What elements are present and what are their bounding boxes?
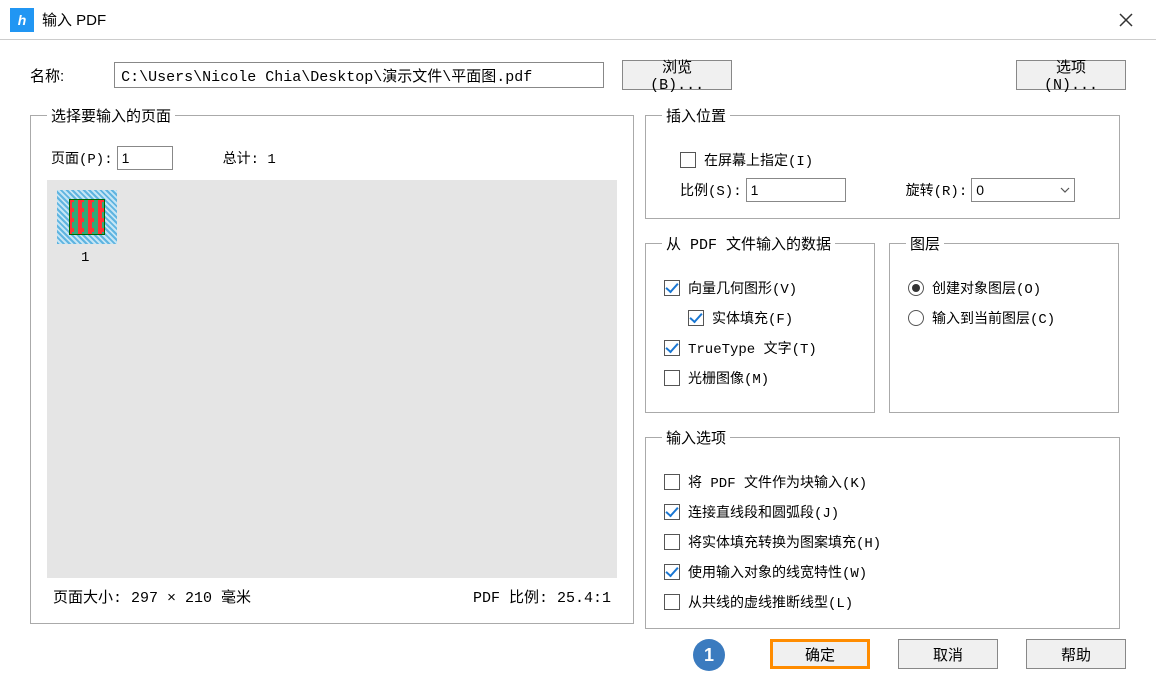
current-layer-label: 输入到当前图层(C) [932,308,1055,328]
total-label: 总计: 1 [223,148,276,168]
page-row: 页面(P): 总计: 1 [51,146,617,170]
as-block-checkbox[interactable]: 将 PDF 文件作为块输入(K) [664,472,1103,492]
solid-fill-label: 实体填充(F) [712,308,793,328]
specify-on-screen-label: 在屏幕上指定(I) [704,150,813,170]
input-options-legend: 输入选项 [662,427,730,448]
insert-fieldset: 插入位置 在屏幕上指定(I) 比例(S): 旋转(R): 0 [645,105,1120,219]
checkbox-icon [664,564,680,580]
pages-legend: 选择要输入的页面 [47,105,175,126]
name-label: 名称: [30,65,64,86]
as-block-label: 将 PDF 文件作为块输入(K) [688,472,867,492]
create-layer-label: 创建对象图层(O) [932,278,1041,298]
annotation-badge: 1 [693,639,725,671]
join-lines-checkbox[interactable]: 连接直线段和圆弧段(J) [664,502,1103,522]
pdf-data-legend: 从 PDF 文件输入的数据 [662,233,835,254]
pdf-data-fieldset: 从 PDF 文件输入的数据 向量几何图形(V) 实体填充(F) TrueType… [645,233,875,413]
scale-input[interactable] [746,178,846,202]
vector-label: 向量几何图形(V) [688,278,797,298]
current-layer-radio[interactable]: 输入到当前图层(C) [908,308,1102,328]
close-icon [1119,13,1133,27]
infer-linetype-label: 从共线的虚线推断线型(L) [688,592,853,612]
page-label: 页面(P): [51,148,113,168]
vector-checkbox[interactable]: 向量几何图形(V) [664,278,858,298]
chevron-down-icon [1060,185,1070,195]
right-column: 插入位置 在屏幕上指定(I) 比例(S): 旋转(R): 0 从 PDF 文件输… [645,105,1120,629]
radio-icon [908,310,924,326]
pages-fieldset: 选择要输入的页面 页面(P): 总计: 1 1 页面大小: 297 × 210 … [30,105,634,624]
checkbox-icon [688,310,704,326]
truetype-label: TrueType 文字(T) [688,338,817,358]
raster-label: 光栅图像(M) [688,368,769,388]
file-path-input[interactable] [114,62,604,88]
layer-legend: 图层 [906,233,944,254]
ok-button[interactable]: 确定 [770,639,870,669]
specify-on-screen-checkbox[interactable]: 在屏幕上指定(I) [680,150,1103,170]
preview-area: 1 [47,180,617,578]
window-title: 输入 PDF [42,9,1106,30]
preview-footer: 页面大小: 297 × 210 毫米 PDF 比例: 25.4:1 [47,578,617,607]
name-row: 名称: 浏览(B)... [30,60,1126,90]
insert-legend: 插入位置 [662,105,730,126]
lineweight-checkbox[interactable]: 使用输入对象的线宽特性(W) [664,562,1103,582]
left-column: 选择要输入的页面 页面(P): 总计: 1 1 页面大小: 297 × 210 … [30,105,630,624]
radio-icon [908,280,924,296]
thumbnail-label: 1 [81,250,89,266]
checkbox-icon [664,280,680,296]
checkbox-icon [664,504,680,520]
rotate-value: 0 [976,182,984,198]
help-button[interactable]: 帮助 [1026,639,1126,669]
scale-rotate-row: 比例(S): 旋转(R): 0 [680,178,1103,202]
options-button[interactable]: 选项(N)... [1016,60,1126,90]
checkbox-icon [664,534,680,550]
page-size-label: 页面大小: 297 × 210 毫米 [53,586,251,607]
page-number-input[interactable] [117,146,173,170]
cancel-button[interactable]: 取消 [898,639,998,669]
close-button[interactable] [1106,0,1146,40]
scale-label: 比例(S): [680,180,742,200]
rotate-label: 旋转(R): [906,180,968,200]
input-options-fieldset: 输入选项 将 PDF 文件作为块输入(K) 连接直线段和圆弧段(J) 将实体填充… [645,427,1120,629]
checkbox-icon [664,474,680,490]
raster-checkbox[interactable]: 光栅图像(M) [664,368,858,388]
dialog-content: 名称: 浏览(B)... 选项(N)... 选择要输入的页面 页面(P): 总计… [0,40,1156,687]
infer-linetype-checkbox[interactable]: 从共线的虚线推断线型(L) [664,592,1103,612]
rotate-select[interactable]: 0 [971,178,1075,202]
checkbox-icon [664,594,680,610]
lineweight-label: 使用输入对象的线宽特性(W) [688,562,867,582]
two-column-row: 从 PDF 文件输入的数据 向量几何图形(V) 实体填充(F) TrueType… [645,233,1120,413]
solid-hatch-checkbox[interactable]: 将实体填充转换为图案填充(H) [664,532,1103,552]
truetype-checkbox[interactable]: TrueType 文字(T) [664,338,858,358]
app-icon: h [10,8,34,32]
join-lines-label: 连接直线段和圆弧段(J) [688,502,839,522]
page-thumbnail[interactable] [57,190,117,244]
create-layer-radio[interactable]: 创建对象图层(O) [908,278,1102,298]
layer-fieldset: 图层 创建对象图层(O) 输入到当前图层(C) [889,233,1119,413]
browse-button[interactable]: 浏览(B)... [622,60,732,90]
solid-fill-checkbox[interactable]: 实体填充(F) [688,308,858,328]
thumbnail-image [69,199,105,235]
solid-hatch-label: 将实体填充转换为图案填充(H) [688,532,881,552]
dialog-buttons: 确定 取消 帮助 [770,639,1126,669]
checkbox-icon [680,152,696,168]
titlebar: h 输入 PDF [0,0,1156,40]
checkbox-icon [664,340,680,356]
checkbox-icon [664,370,680,386]
pdf-scale-label: PDF 比例: 25.4:1 [473,586,611,607]
